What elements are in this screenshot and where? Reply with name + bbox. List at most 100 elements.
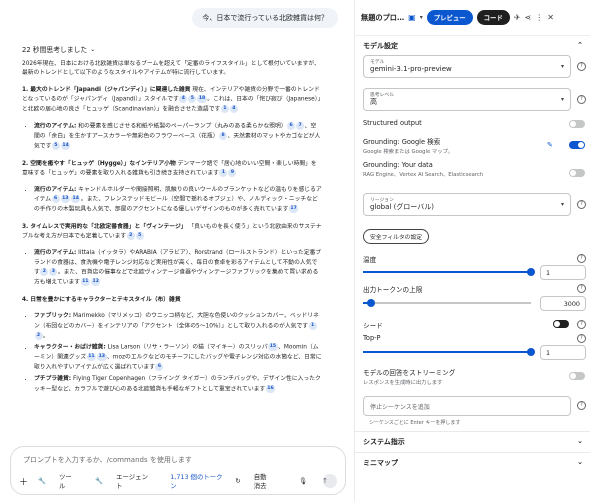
- citation-chip[interactable]: 5: [188, 95, 197, 104]
- minimap-header[interactable]: ミニマップ ⌄: [363, 458, 583, 468]
- streaming-toggle[interactable]: [569, 372, 585, 380]
- temperature-slider-thumb[interactable]: [527, 268, 535, 276]
- model-settings-header[interactable]: モデル設定 ⌃: [363, 41, 583, 51]
- citation-chip[interactable]: 1: [308, 321, 317, 330]
- citation-chip[interactable]: 14: [60, 141, 71, 150]
- chevron-up-icon: ⌃: [577, 41, 583, 49]
- citation-chip[interactable]: 8: [219, 131, 228, 140]
- section-list: 流行のアイテム: 和の要素を感じさせる和紙や紙製のペーパーランプ（丸みのある柔ら…: [22, 121, 322, 152]
- system-instructions-header[interactable]: システム指示 ⌄: [363, 437, 583, 447]
- safety-settings-button[interactable]: 安全フィルタの設定: [363, 229, 430, 244]
- citation-chip[interactable]: 4: [229, 105, 238, 114]
- mic-icon[interactable]: 🎙: [299, 477, 307, 485]
- help-icon[interactable]: ?: [577, 334, 586, 343]
- edit-icon[interactable]: ✎: [547, 141, 553, 149]
- max-tokens-slider-track[interactable]: [363, 302, 531, 304]
- token-count: 1,713 個のトークン: [170, 473, 223, 490]
- temperature-input[interactable]: 1: [540, 265, 586, 280]
- more-icon[interactable]: ⋮: [535, 13, 543, 22]
- help-icon[interactable]: ?: [577, 254, 586, 263]
- model-label: モデル: [370, 60, 385, 65]
- dropdown-arrow-icon: ▾: [560, 201, 564, 208]
- help-icon[interactable]: ?: [577, 200, 586, 209]
- citation-chip[interactable]: 5: [135, 232, 144, 241]
- close-icon[interactable]: ✕: [547, 13, 554, 22]
- citation-chip[interactable]: 6: [51, 195, 60, 204]
- help-icon[interactable]: ?: [577, 62, 586, 71]
- citation-chip[interactable]: 2: [40, 268, 49, 277]
- save-icon[interactable]: ▣: [408, 13, 416, 22]
- citation-chip[interactable]: 18: [197, 95, 207, 104]
- citation-chip[interactable]: 1: [220, 105, 229, 114]
- run-button[interactable]: ↑: [322, 474, 338, 488]
- citation-chip[interactable]: 12: [91, 278, 101, 287]
- prompt-composer[interactable]: プロンプトを入力するか、/commands を使用します ＋ 🔧 ツール 🔧 エージ…: [10, 446, 346, 495]
- citation-chip[interactable]: 3: [49, 268, 58, 277]
- citation-chip[interactable]: 15: [268, 343, 278, 352]
- top-p-input[interactable]: 1: [540, 345, 586, 360]
- grounding-google-toggle[interactable]: [569, 141, 585, 149]
- tools-button[interactable]: 🔧 ツール: [38, 472, 85, 490]
- chevron-down-icon[interactable]: ▾: [420, 14, 423, 21]
- max-tokens-input[interactable]: 3000: [540, 296, 586, 311]
- top-p-slider-thumb[interactable]: [527, 348, 535, 356]
- thinking-level-select[interactable]: 思考レベル 高 ▾: [363, 88, 571, 111]
- stop-sequence-input[interactable]: 停止シーケンスを追加: [363, 396, 571, 416]
- citation-chip[interactable]: 2: [34, 331, 43, 340]
- citation-chip[interactable]: 4: [179, 95, 188, 104]
- list-item-lead: プチプラ雑貨:: [34, 376, 72, 383]
- model-select[interactable]: モデル gemini-3.1-pro-preview ▾: [363, 55, 571, 78]
- tab-code[interactable]: コード: [476, 10, 510, 25]
- citation-chip[interactable]: 14: [71, 195, 81, 204]
- prompt-title[interactable]: 無題のプロ…: [361, 13, 404, 23]
- wrench-icon: 🔧: [38, 477, 46, 485]
- help-icon[interactable]: ?: [577, 320, 586, 329]
- citation-chip[interactable]: 1: [219, 169, 228, 178]
- share-icon[interactable]: ⋖: [525, 13, 532, 22]
- help-icon[interactable]: ?: [577, 284, 586, 293]
- list-item: 流行のアイテム: Iittala（イッタラ）やARABIA（アラビア）、Rors…: [34, 249, 322, 288]
- thinking-toggle[interactable]: 22 秒間思考しました ⌄: [22, 44, 95, 55]
- citation-chip[interactable]: 13: [60, 195, 71, 204]
- citation-chip[interactable]: 7: [296, 121, 305, 130]
- agent-button[interactable]: 🔧 エージェント: [95, 472, 160, 490]
- streaming: モデルの回答をストリーミング レスポンスを生成時に出力します: [363, 367, 455, 386]
- list-item-lead: 流行のアイテム:: [34, 123, 77, 130]
- section-list: ファブリック: Marimekko（マリメッコ）のウニッコ柄など、大胆な色使いの…: [22, 312, 322, 394]
- citation-chip[interactable]: 5: [51, 141, 60, 150]
- top-p-slider-track[interactable]: [363, 351, 531, 353]
- autosave-label: 自動消去: [253, 473, 267, 490]
- model-settings-title: モデル設定: [363, 42, 398, 50]
- citation-chip[interactable]: 6: [287, 121, 296, 130]
- help-icon[interactable]: ?: [577, 95, 586, 104]
- citation-chip[interactable]: 16: [265, 384, 276, 393]
- region-value: global (グローバル): [370, 203, 434, 211]
- citation-chip[interactable]: 13: [97, 353, 107, 362]
- citation-chip[interactable]: 17: [288, 205, 299, 214]
- section-paragraph: 1. 最大のトレンド「Japandi（ジャパンディ）」に関連した雑貨 現在、イン…: [22, 86, 322, 115]
- add-button[interactable]: ＋: [19, 475, 28, 488]
- citation-chip[interactable]: 11: [86, 353, 97, 362]
- citation-chip[interactable]: 2: [126, 232, 135, 241]
- tab-preview[interactable]: プレビュー: [426, 10, 473, 25]
- grounding-data-toggle[interactable]: [569, 169, 585, 177]
- seed-toggle[interactable]: [553, 320, 569, 328]
- citation-chip[interactable]: 6: [155, 363, 164, 372]
- chat-area: 今、日本で流行っている北欧雑貨は何？ 22 秒間思考しました ⌄ 2026年現在…: [0, 0, 350, 501]
- grounding-google: Grounding: Google 検索 Google 検索または Google…: [363, 136, 453, 155]
- temperature-slider-track[interactable]: [363, 271, 531, 273]
- autosave-toggle[interactable]: ↻ 自動消去: [235, 472, 282, 490]
- thinking-label: 22 秒間思考しました: [22, 46, 88, 54]
- section-heading: 4. 日常を豊かにするキャラクターとテキスタイル（布）雑貨: [22, 296, 181, 303]
- citation-chip[interactable]: 9: [228, 169, 237, 178]
- agent-label: エージェント: [116, 473, 148, 490]
- seed-label: シード: [363, 322, 383, 330]
- rocket-icon[interactable]: ✈: [514, 13, 521, 22]
- prompt-input[interactable]: プロンプトを入力するか、/commands を使用します: [23, 455, 192, 465]
- minimap-title: ミニマップ: [363, 459, 398, 467]
- citation-chip[interactable]: 11: [80, 278, 90, 287]
- region-select[interactable]: リージョン global (グローバル) ▾: [363, 193, 571, 216]
- max-tokens-slider-thumb[interactable]: [367, 299, 376, 307]
- structured-output-toggle[interactable]: [569, 120, 585, 128]
- help-icon[interactable]: ?: [577, 401, 586, 410]
